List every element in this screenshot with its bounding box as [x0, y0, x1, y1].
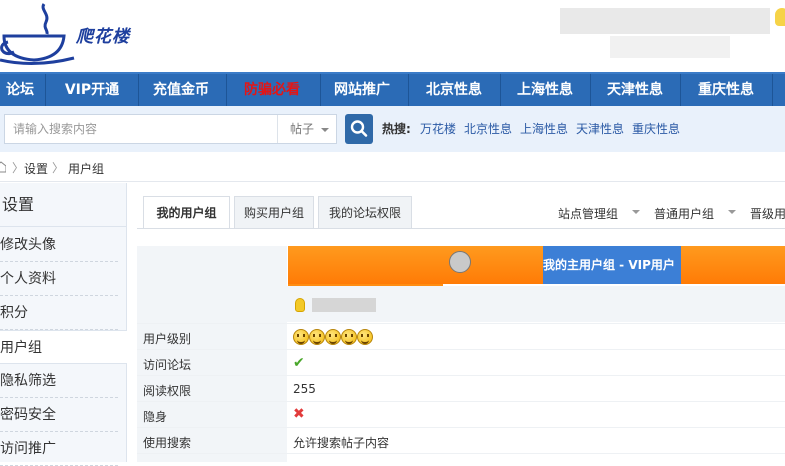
home-icon[interactable]	[0, 161, 6, 173]
nav-item-tianjin[interactable]: 天津性息	[592, 74, 678, 106]
sidebar-item-credits[interactable]: 积分	[0, 296, 118, 330]
lightbulb-icon	[295, 298, 305, 312]
chevron-down-icon	[321, 128, 329, 132]
group-dropdown-admin[interactable]: 站点管理组	[558, 205, 618, 222]
nav-item-chongqing[interactable]: 重庆性息	[682, 74, 770, 106]
group-slider-handle[interactable]	[449, 251, 471, 273]
blurred-banner	[560, 8, 770, 34]
chevron-down-icon	[632, 210, 640, 214]
row-divider	[137, 401, 785, 402]
row-value: 255	[293, 382, 316, 396]
row-label: 阅读权限	[143, 384, 192, 398]
blurred-banner	[610, 36, 730, 58]
sidebar-item-avatar[interactable]: 修改头像	[0, 228, 118, 262]
nav-divider	[408, 74, 409, 106]
search-box: 帖子	[4, 114, 337, 144]
sidebar-item-profile[interactable]: 个人资料	[0, 262, 118, 296]
x-icon: ✖	[293, 406, 305, 422]
main-nav: 论坛 VIP开通 充值金币 防骗必看 网站推广 北京性息 上海性息 天津性息 重…	[0, 72, 785, 106]
breadcrumb-item[interactable]: 设置	[24, 160, 48, 177]
row-divider	[137, 453, 785, 454]
sidebar-item-password[interactable]: 密码安全	[0, 398, 118, 432]
search-bar: 帖子 热搜: 万花楼 北京性息 上海性息 天津性息 重庆性息	[0, 106, 785, 152]
breadcrumb-item[interactable]: 用户组	[68, 160, 104, 177]
breadcrumb-separator: 〉	[52, 161, 65, 175]
smiley-icon	[325, 329, 341, 345]
nav-divider	[680, 74, 681, 106]
smiley-icon	[357, 329, 373, 345]
search-type-label: 帖子	[290, 122, 315, 136]
check-icon: ✔	[293, 355, 305, 371]
logo-text[interactable]: 爬花楼	[76, 22, 130, 47]
group-dropdown-promote[interactable]: 晋级用户组	[750, 205, 785, 222]
blurred-username	[312, 298, 376, 312]
hot-link[interactable]: 重庆性息	[632, 120, 680, 137]
nav-divider	[138, 74, 139, 106]
smiley-icon	[293, 329, 309, 345]
group-progress-bar	[288, 246, 543, 284]
hot-link[interactable]: 天津性息	[576, 120, 624, 137]
row-divider	[137, 427, 785, 428]
sidebar-item-usergroup[interactable]: 用户组	[0, 330, 127, 364]
search-icon	[350, 120, 368, 137]
row-divider	[137, 375, 785, 376]
tab-buy-groups[interactable]: 购买用户组	[234, 196, 314, 228]
row-label: 使用搜索	[143, 436, 192, 450]
hot-link[interactable]: 上海性息	[520, 120, 568, 137]
nav-item-recharge[interactable]: 充值金币	[140, 74, 222, 106]
nav-divider	[45, 74, 46, 106]
nav-item-vip[interactable]: VIP开通	[50, 74, 134, 106]
tab-my-groups[interactable]: 我的用户组	[143, 196, 230, 229]
group-dropdown-normal[interactable]: 普通用户组	[654, 205, 714, 222]
row-label: 访问论坛	[143, 358, 192, 372]
search-input[interactable]	[5, 115, 277, 143]
label-column	[137, 246, 287, 462]
tab-underline	[137, 228, 785, 229]
row-divider	[137, 323, 785, 324]
nav-item-beijing[interactable]: 北京性息	[410, 74, 498, 106]
nav-item-anti-scam[interactable]: 防骗必看	[228, 74, 316, 106]
settings-sidebar: 设置 修改头像 个人资料 积分 用户组 隐私筛选 密码安全 访问推广	[0, 183, 127, 466]
group-name-row	[137, 286, 785, 322]
chevron-down-icon	[728, 210, 736, 214]
nav-divider	[772, 74, 773, 106]
row-divider	[137, 349, 785, 350]
search-button[interactable]	[345, 114, 373, 144]
nav-divider	[226, 74, 227, 106]
nav-item-promotion[interactable]: 网站推广	[322, 74, 402, 106]
tab-forum-permissions[interactable]: 我的论坛权限	[318, 196, 412, 228]
smiley-icon	[309, 329, 325, 345]
group-progress-bar	[681, 246, 785, 284]
site-header: 爬花楼	[0, 0, 785, 72]
search-type-select[interactable]: 帖子	[277, 115, 337, 143]
row-value: 允许搜索帖子内容	[293, 436, 390, 450]
breadcrumb-separator: 〉	[12, 161, 25, 175]
breadcrumb: 〉 设置 〉 用户组	[0, 152, 785, 182]
hot-link[interactable]: 万花楼	[420, 120, 456, 137]
sidebar-item-promotion[interactable]: 访问推广	[0, 432, 118, 466]
smiley-icon	[341, 329, 357, 345]
nav-item-forum[interactable]: 论坛	[0, 74, 40, 106]
hot-search-label: 热搜:	[382, 122, 411, 136]
lightbulb-icon	[775, 8, 785, 26]
hot-link[interactable]: 北京性息	[464, 120, 512, 137]
nav-divider	[320, 74, 321, 106]
nav-divider	[500, 74, 501, 106]
current-group-label: 我的主用户组 - VIP用户	[543, 246, 681, 284]
nav-item-shanghai[interactable]: 上海性息	[502, 74, 588, 106]
sidebar-item-privacy[interactable]: 隐私筛选	[0, 364, 118, 398]
nav-divider	[590, 74, 591, 106]
row-label: 隐身	[143, 410, 168, 424]
sidebar-title: 设置	[0, 183, 127, 227]
row-label: 用户级别	[143, 332, 192, 346]
